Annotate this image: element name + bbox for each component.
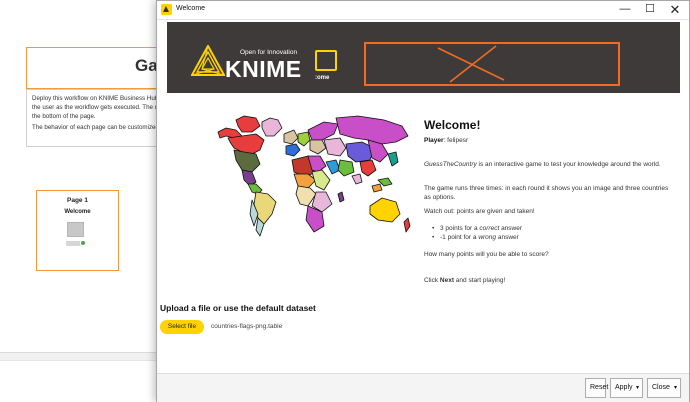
cta-text: Click [424, 277, 440, 284]
scoring-text: answer [499, 225, 523, 232]
intro-text: is an interactive game to test your know… [476, 161, 661, 168]
logo-tagline: Open for Innovation [240, 49, 298, 56]
apply-label: Apply [615, 384, 633, 391]
scoring-text: 3 points for a [440, 225, 480, 232]
logo-wordmark: KNIME [225, 56, 302, 82]
watch-out-paragraph: Watch out: points are given and taken! [424, 208, 535, 215]
scoring-list: 3 points for a correct answer -1 point f… [432, 224, 523, 242]
chevron-down-icon: ▾ [673, 385, 677, 391]
page-card-title: Page 1 [67, 197, 88, 204]
banner-image-frame [364, 42, 620, 86]
game-name: GuessTheCountry [424, 161, 477, 168]
welcome-dialog: Welcome — ☐ ✕ Open for Innovation KNIME … [156, 0, 690, 402]
window-titlebar[interactable]: Welcome — ☐ ✕ [157, 1, 689, 20]
description-line: Deploy this workflow on KNIME Business H… [32, 95, 164, 102]
dialog-footer: Reset Apply ▾ Close ▾ [157, 373, 689, 402]
welcome-heading: Welcome! [424, 118, 481, 132]
image-placeholder-label: :ome [315, 75, 330, 81]
select-file-button[interactable]: Select file [160, 320, 204, 334]
player-label: Player [424, 137, 444, 144]
reset-button[interactable]: Reset [585, 378, 609, 398]
scoring-text: answer [496, 234, 519, 241]
selected-file-name: countries-flags-png.table [211, 323, 283, 330]
description-line: the bottom of the page. [32, 113, 96, 120]
scoring-item-wrong: -1 point for a wrong answer [432, 233, 522, 242]
scoring-text: -1 point for a [440, 234, 479, 241]
maximize-button[interactable]: ☐ [639, 1, 661, 19]
page-card-subtitle: Welcome [64, 209, 91, 215]
scoring-item-correct: 3 points for a correct answer [432, 224, 523, 233]
node-status-bar [66, 241, 81, 246]
question-paragraph: How many points will you be able to scor… [424, 251, 549, 258]
player-name: : felipesr [443, 137, 469, 144]
node-executed-indicator [80, 240, 86, 246]
image-placeholder-icon [315, 50, 337, 71]
scoring-emphasis: correct [479, 225, 500, 232]
intro-paragraph: GuessTheCountry is an interactive game t… [424, 160, 669, 169]
description-line: the user as the workflow gets executed. … [32, 104, 162, 111]
knime-logo-icon [191, 45, 225, 76]
component-node-icon[interactable] [67, 222, 84, 237]
player-line: Player: felipesr [424, 137, 468, 144]
world-map-illustration [217, 115, 411, 237]
apply-button[interactable]: Apply ▾ [610, 378, 643, 398]
broken-image-cross-icon [437, 45, 505, 83]
workflow-description-annotation[interactable]: Deploy this workflow on KNIME Business H… [26, 89, 166, 147]
workflow-title-text: Ga [135, 56, 158, 75]
close-window-button[interactable]: ✕ [664, 1, 686, 19]
close-button[interactable]: Close ▾ [647, 378, 681, 398]
rules-paragraph: The game runs three times: in each round… [424, 185, 669, 201]
cta-text: and start playing! [453, 277, 506, 284]
scoring-emphasis: wrong [478, 234, 497, 241]
chevron-down-icon: ▾ [635, 385, 639, 391]
knime-app-icon [161, 4, 172, 15]
description-line: The behavior of each page can be customi… [32, 124, 165, 131]
close-label: Close [652, 384, 670, 391]
window-title: Welcome [176, 5, 206, 12]
header-banner: Open for Innovation KNIME :ome [167, 22, 680, 93]
page-1-component[interactable]: Page 1 Welcome [36, 190, 119, 271]
cta-next-word: Next [439, 277, 454, 284]
reset-label: Reset [590, 384, 609, 391]
cta-paragraph: Click Next and start playing! [424, 276, 669, 285]
minimize-button[interactable]: — [614, 1, 636, 19]
dialog-content: Open for Innovation KNIME :ome Welcome! … [157, 21, 689, 371]
upload-heading: Upload a file or use the default dataset [160, 303, 316, 313]
workflow-title-annotation[interactable]: Ga [26, 47, 166, 89]
